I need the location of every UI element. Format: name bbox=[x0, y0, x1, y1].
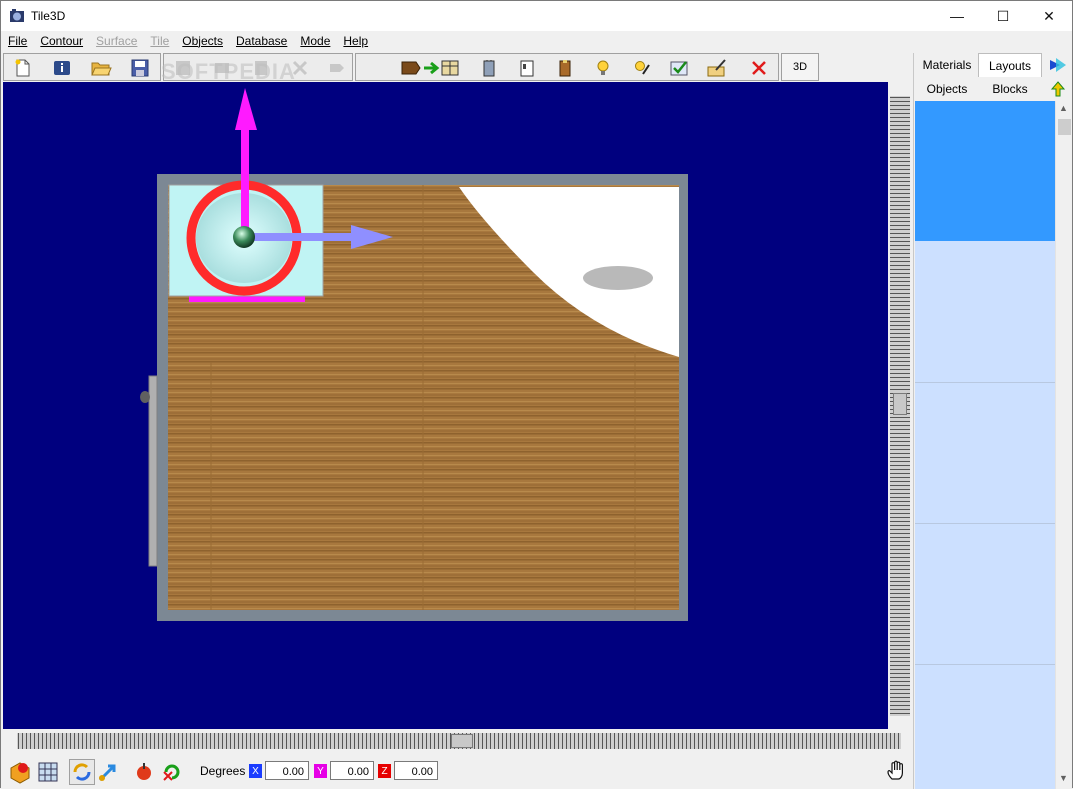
reset-rotation-button[interactable] bbox=[159, 759, 185, 785]
door-handle bbox=[140, 391, 150, 403]
pivot-button[interactable] bbox=[131, 759, 157, 785]
scroll-down-arrow-icon[interactable]: ▼ bbox=[1059, 773, 1068, 783]
remove-button[interactable] bbox=[746, 56, 772, 80]
reset-rotation-icon bbox=[163, 764, 180, 781]
info-button[interactable] bbox=[49, 56, 75, 80]
toolbar-group-tools bbox=[355, 53, 779, 81]
rotate-mode-button[interactable] bbox=[69, 759, 95, 785]
yellow-up-arrow-icon bbox=[1050, 81, 1066, 97]
panel-up-button[interactable] bbox=[1046, 77, 1070, 101]
menu-mode[interactable]: Mode bbox=[293, 31, 336, 52]
viewport-vertical-slider-thumb[interactable] bbox=[893, 393, 907, 415]
open-button[interactable] bbox=[88, 56, 114, 80]
open-folder-icon bbox=[91, 62, 112, 76]
menu-file[interactable]: File bbox=[1, 31, 33, 52]
side-panel: Materials Layouts Objects Blocks ▲ ▼ bbox=[913, 53, 1072, 789]
scene-canvas bbox=[140, 88, 688, 621]
info-icon bbox=[54, 61, 70, 75]
list-item-selected[interactable] bbox=[915, 101, 1055, 241]
save-button[interactable] bbox=[127, 56, 153, 80]
degrees-label: Degrees bbox=[200, 764, 246, 778]
cube-icon bbox=[10, 762, 30, 784]
pivot-ball-icon bbox=[137, 763, 151, 780]
bathtub-shadow bbox=[583, 266, 653, 290]
app-icon bbox=[10, 9, 24, 22]
title-bar: Tile3D — ☐ ✕ bbox=[1, 1, 1072, 31]
grid-view-button[interactable] bbox=[35, 759, 61, 785]
check-list-icon bbox=[670, 61, 688, 76]
grid-icon bbox=[38, 762, 58, 782]
gizmo-x-shaft bbox=[247, 233, 353, 241]
close-button[interactable]: ✕ bbox=[1026, 1, 1072, 31]
scene-viewport[interactable] bbox=[3, 82, 888, 729]
cabinet-icon bbox=[559, 60, 571, 77]
door-button[interactable] bbox=[476, 56, 502, 80]
red-x-icon bbox=[752, 61, 766, 75]
viewport-horizontal-slider-thumb[interactable] bbox=[451, 734, 473, 748]
tag-button[interactable] bbox=[324, 56, 350, 80]
menu-database[interactable]: Database bbox=[229, 31, 293, 52]
window-title: Tile3D bbox=[31, 9, 66, 23]
x-degrees-input[interactable] bbox=[265, 761, 309, 780]
toolbar-group-file bbox=[3, 53, 161, 81]
status-bar: Degrees X Y Z bbox=[1, 753, 913, 789]
light-bulb-icon bbox=[597, 60, 609, 75]
door bbox=[148, 375, 158, 567]
check-button[interactable] bbox=[666, 56, 692, 80]
tab-objects[interactable]: Objects bbox=[916, 77, 978, 101]
cabinet-button[interactable] bbox=[552, 56, 578, 80]
window-button[interactable] bbox=[514, 56, 540, 80]
menu-contour[interactable]: Contour bbox=[33, 31, 89, 52]
light-edit-icon bbox=[635, 61, 650, 75]
menu-objects[interactable]: Objects bbox=[175, 31, 229, 52]
minimize-button[interactable]: — bbox=[934, 1, 980, 31]
move-arrow-icon bbox=[98, 764, 116, 782]
light-edit-button[interactable] bbox=[628, 56, 654, 80]
blue-arrow-icon bbox=[1050, 58, 1066, 72]
tab-blocks[interactable]: Blocks bbox=[978, 77, 1042, 101]
view-3d-button[interactable]: 3D bbox=[781, 53, 819, 81]
main-toolbar: 3D bbox=[3, 53, 819, 81]
window-frame-icon bbox=[520, 60, 534, 77]
light-button[interactable] bbox=[590, 56, 616, 80]
x-axis-badge: X bbox=[249, 764, 262, 778]
menu-tile[interactable]: Tile bbox=[143, 31, 175, 52]
scroll-up-arrow-icon[interactable]: ▲ bbox=[1059, 103, 1068, 113]
tab-layouts[interactable]: Layouts bbox=[978, 53, 1042, 77]
z-axis-badge: Z bbox=[378, 764, 391, 778]
estimate-pen-icon bbox=[707, 59, 726, 77]
add-object-button[interactable] bbox=[7, 759, 33, 785]
estimate-button[interactable] bbox=[704, 56, 730, 80]
menu-surface[interactable]: Surface bbox=[89, 31, 143, 52]
door-icon bbox=[483, 60, 495, 77]
gizmo-y-arrow[interactable] bbox=[235, 88, 257, 130]
y-axis-badge: Y bbox=[314, 764, 327, 778]
list-divider bbox=[915, 382, 1055, 383]
z-degrees-input[interactable] bbox=[394, 761, 438, 780]
tag-icon bbox=[330, 64, 344, 72]
hand-pan-icon[interactable] bbox=[885, 759, 909, 783]
list-divider bbox=[915, 523, 1055, 524]
save-icon bbox=[131, 59, 149, 77]
layout-list-scrollbar[interactable]: ▲ ▼ bbox=[1055, 101, 1072, 789]
menu-help[interactable]: Help bbox=[336, 31, 374, 52]
app-window: Tile3D — ☐ ✕ File Contour Surface Tile O… bbox=[0, 0, 1073, 789]
rotate-arrows-icon bbox=[73, 763, 91, 781]
menu-bar: File Contour Surface Tile Objects Databa… bbox=[1, 31, 1072, 52]
panel-arrow-button[interactable] bbox=[1046, 53, 1070, 77]
move-mode-button[interactable] bbox=[95, 759, 121, 785]
layout-list bbox=[915, 101, 1055, 789]
list-divider bbox=[915, 664, 1055, 665]
maximize-button[interactable]: ☐ bbox=[980, 1, 1026, 31]
import-arrow-icon bbox=[401, 60, 459, 76]
tab-materials[interactable]: Materials bbox=[916, 53, 978, 77]
layout-list-scroll-thumb[interactable] bbox=[1058, 119, 1071, 135]
import-button[interactable] bbox=[398, 56, 468, 80]
new-file-button[interactable] bbox=[10, 56, 36, 80]
gizmo-center-sphere[interactable] bbox=[233, 226, 255, 248]
y-degrees-input[interactable] bbox=[330, 761, 374, 780]
gizmo-y-shaft bbox=[241, 126, 249, 234]
new-file-icon bbox=[15, 59, 30, 77]
